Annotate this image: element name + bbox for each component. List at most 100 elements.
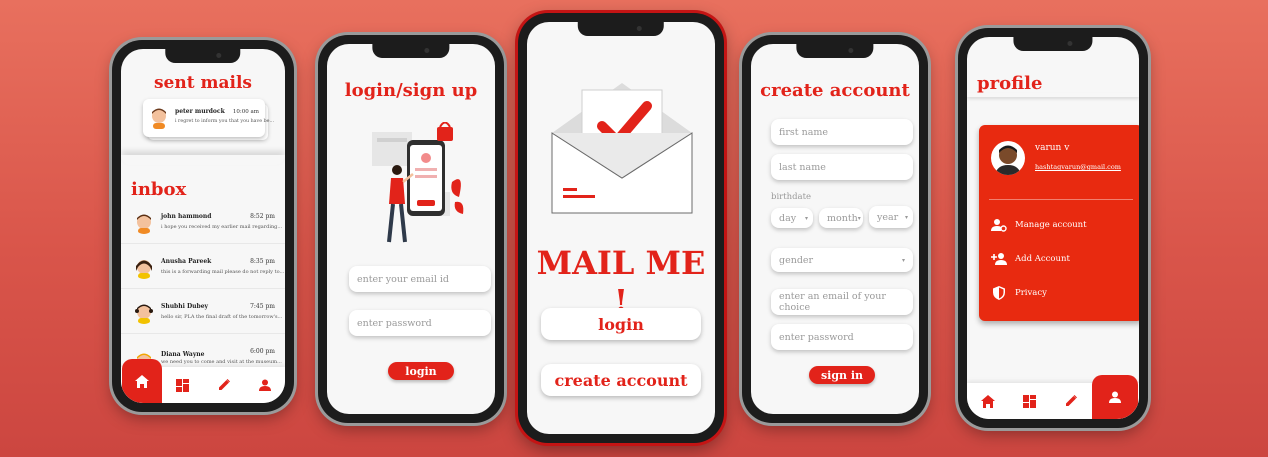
- phone-home: MAIL ME ! login create account: [518, 13, 724, 443]
- inbox-title: inbox: [131, 179, 187, 200]
- menu-label: Privacy: [1015, 288, 1047, 298]
- phone-login: login/sign up enter your email id enter …: [318, 35, 504, 423]
- chevron-down-icon: ▾: [901, 256, 905, 264]
- home-icon: [134, 374, 149, 388]
- mail-preview: this is a forwarding mail please do not …: [161, 269, 285, 275]
- menu-add-account[interactable]: Add Account: [991, 251, 1070, 267]
- profile-title: profile: [977, 73, 1043, 94]
- create-account-title: create account: [760, 80, 910, 101]
- nav-profile[interactable]: [1092, 375, 1139, 419]
- screen-home: MAIL ME ! login create account: [527, 22, 715, 434]
- inbox-row[interactable]: john hammond 8:52 pm i hope you received…: [121, 204, 285, 244]
- last-name-input[interactable]: last name: [771, 154, 913, 180]
- person-icon: [258, 379, 271, 391]
- bottom-nav: [967, 375, 1139, 419]
- home-login-button[interactable]: login: [541, 308, 701, 340]
- password-input[interactable]: enter password: [349, 310, 491, 336]
- mail-time: 7:45 pm: [250, 303, 275, 310]
- first-name-input[interactable]: first name: [771, 119, 913, 145]
- user-email[interactable]: hashtagvarun@gmail.com: [1035, 163, 1121, 171]
- month-select[interactable]: month ▾: [819, 208, 863, 228]
- day-select-label: day: [779, 212, 797, 224]
- dashboard-icon: [1022, 394, 1036, 408]
- mail-preview: i hope you received my earlier mail rega…: [161, 224, 283, 230]
- nav-home[interactable]: [968, 383, 1008, 419]
- inbox-row[interactable]: Shubhi Dubey 7:45 pm hello sir, PLA the …: [121, 294, 285, 334]
- chevron-down-icon: ▾: [804, 214, 808, 222]
- login-title: login/sign up: [344, 80, 478, 101]
- mail-time: 6:00 pm: [250, 348, 275, 355]
- login-illustration: [372, 122, 464, 243]
- new-email-input[interactable]: enter an email of your choice: [771, 289, 913, 315]
- mail-time: 8:35 pm: [250, 258, 275, 265]
- nav-dashboard[interactable]: [1009, 383, 1049, 419]
- menu-manage-account[interactable]: Manage account: [991, 217, 1087, 233]
- notch: [577, 22, 665, 36]
- chevron-down-icon: ▾: [904, 213, 908, 221]
- pencil-icon: [218, 379, 230, 390]
- nav-profile[interactable]: [245, 367, 285, 403]
- notch: [796, 44, 874, 58]
- pencil-icon: [1065, 395, 1077, 406]
- menu-label: Add Account: [1015, 254, 1070, 264]
- month-select-label: month: [827, 212, 858, 224]
- new-password-input[interactable]: enter password: [771, 324, 913, 350]
- screen-sent-inbox: sent mails peter murdock 10:00 am i regr…: [121, 49, 285, 403]
- sign-in-button[interactable]: sign in: [809, 366, 875, 384]
- screen-profile: profile varun v hashtagvarun@gmail.com M…: [967, 37, 1139, 419]
- gender-select[interactable]: gender ▾: [771, 248, 913, 272]
- divider: [121, 155, 285, 165]
- card-divider: [989, 199, 1133, 200]
- mail-preview: hello sir, PLA the final draft of the to…: [161, 314, 283, 320]
- nav-compose[interactable]: [1051, 383, 1091, 419]
- mail-sender: Shubhi Dubey: [161, 303, 209, 310]
- nav-compose[interactable]: [204, 367, 244, 403]
- home-create-account-button[interactable]: create account: [541, 364, 701, 396]
- nav-home[interactable]: [121, 359, 162, 403]
- sent-mail-preview: i regret to inform you that you have be.…: [175, 119, 275, 124]
- mail-time: 8:52 pm: [250, 213, 275, 220]
- birthdate-label: birthdate: [771, 192, 812, 202]
- login-button[interactable]: login: [388, 362, 454, 380]
- phone-profile: profile varun v hashtagvarun@gmail.com M…: [958, 28, 1148, 428]
- avatar: [152, 108, 166, 129]
- bottom-nav: [121, 359, 285, 403]
- gender-select-label: gender: [779, 254, 814, 266]
- shield-icon: [993, 286, 1005, 300]
- mail-sender: Anusha Pareek: [161, 258, 212, 265]
- screen-login: login/sign up enter your email id enter …: [327, 44, 495, 414]
- menu-label: Manage account: [1015, 220, 1087, 230]
- year-select-label: year: [877, 211, 899, 223]
- inbox-row[interactable]: Anusha Pareek 8:35 pm this is a forwardi…: [121, 249, 285, 289]
- sent-mail-card[interactable]: peter murdock 10:00 am i regret to infor…: [143, 99, 274, 137]
- sent-mail-name: peter murdock: [175, 108, 225, 115]
- manage-account-icon: [991, 219, 1007, 232]
- person-icon: [1109, 391, 1122, 403]
- day-select[interactable]: day ▾: [771, 208, 813, 228]
- year-select[interactable]: year ▾: [869, 206, 913, 228]
- mail-sender: Diana Wayne: [161, 351, 205, 358]
- avatar: [136, 260, 152, 279]
- phone-sent-inbox: sent mails peter murdock 10:00 am i regr…: [112, 40, 294, 412]
- mail-preview: we need you to come and visit at the mus…: [161, 359, 282, 365]
- menu-privacy[interactable]: Privacy: [991, 285, 1047, 301]
- notch: [372, 44, 450, 58]
- avatar: [135, 304, 153, 324]
- dashboard-icon: [176, 378, 189, 392]
- avatar: [991, 141, 1025, 175]
- profile-card: varun v hashtagvarun@gmail.com Manage ac…: [979, 125, 1139, 321]
- notch: [1013, 37, 1093, 51]
- notch: [165, 49, 241, 63]
- screen-create-account: create account first name last name birt…: [751, 44, 919, 414]
- avatar-picture: [995, 145, 1021, 175]
- add-person-icon: [991, 253, 1007, 265]
- nav-dashboard[interactable]: [163, 367, 203, 403]
- envelope-check-icon: [551, 83, 693, 214]
- header-divider: [967, 93, 1139, 97]
- home-icon: [980, 394, 995, 408]
- sent-mail-time: 10:00 am: [232, 109, 259, 115]
- chevron-down-icon: ▾: [857, 214, 861, 222]
- avatar: [137, 214, 151, 234]
- phone-create-account: create account first name last name birt…: [742, 35, 928, 423]
- email-input[interactable]: enter your email id: [349, 266, 491, 292]
